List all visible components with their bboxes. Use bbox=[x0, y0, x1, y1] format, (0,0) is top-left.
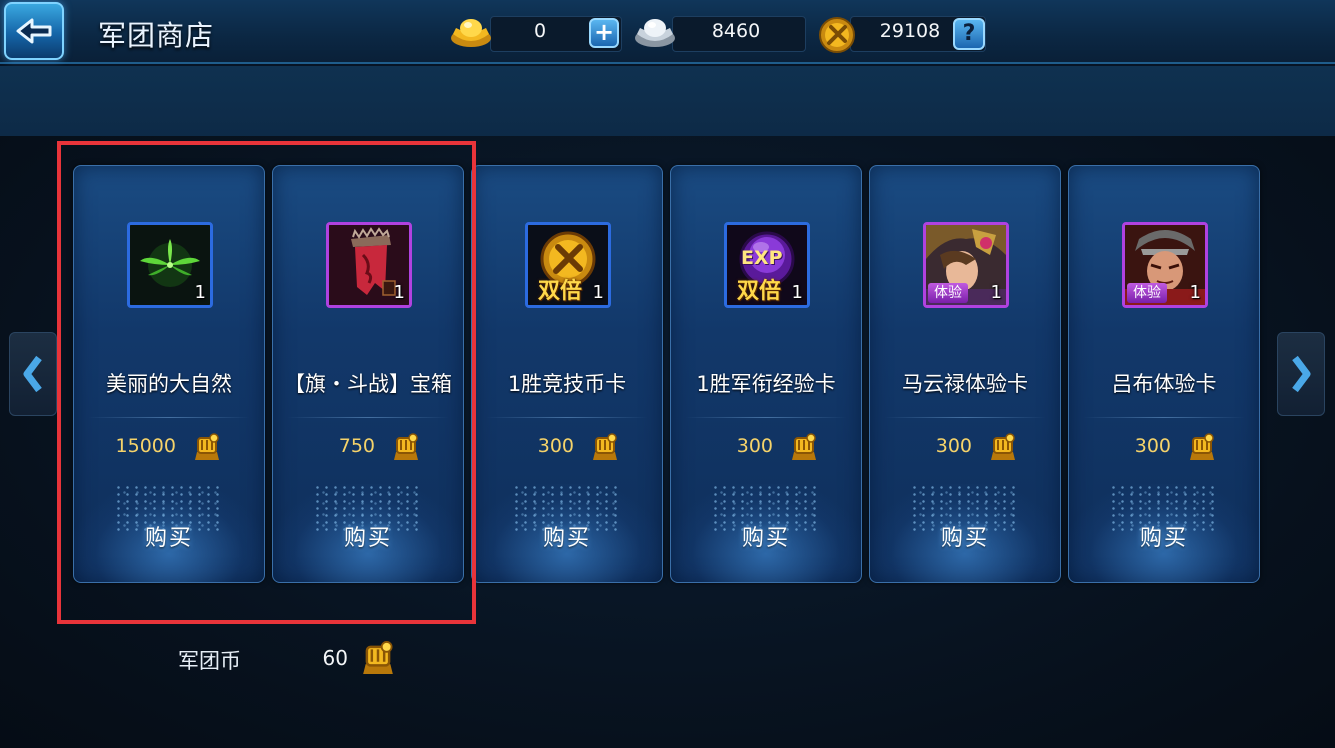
item-price: 300 bbox=[736, 435, 773, 457]
shop-item-card: EXP 双倍 1 1胜军衔经验卡 300 购买 bbox=[670, 165, 862, 583]
medal-coin-icon bbox=[819, 17, 855, 53]
divider bbox=[287, 417, 449, 418]
price-row: 750 bbox=[273, 428, 463, 468]
prev-page-button[interactable] bbox=[9, 332, 57, 416]
legion-coin-icon bbox=[363, 641, 393, 675]
legion-coin-balance: 60 bbox=[322, 646, 348, 670]
header-band bbox=[0, 66, 1335, 136]
shop-item-card: 体验 1 马云禄体验卡 300 购买 bbox=[869, 165, 1061, 583]
silver-ingot-icon bbox=[635, 19, 675, 47]
item-name: 美丽的大自然 bbox=[106, 372, 232, 396]
medal-value: 29108 bbox=[879, 20, 941, 42]
item-slot[interactable]: 1 bbox=[326, 222, 412, 308]
gold-ingot-value: 0 bbox=[533, 20, 547, 42]
legion-coin-label: 军团币 bbox=[178, 649, 241, 673]
buy-label: 购买 bbox=[144, 526, 193, 551]
item-price: 300 bbox=[1134, 435, 1171, 457]
item-name: 【旗・斗战】宝箱 bbox=[284, 372, 452, 396]
item-price: 15000 bbox=[115, 435, 176, 457]
legion-coin-icon bbox=[394, 433, 418, 460]
item-price: 750 bbox=[338, 435, 375, 457]
item-quantity: 1 bbox=[990, 282, 1002, 303]
legion-coin-icon bbox=[1190, 433, 1214, 460]
legion-coin-icon bbox=[792, 433, 816, 460]
back-arrow-icon bbox=[16, 18, 52, 44]
item-badge: 双倍 bbox=[538, 279, 583, 304]
chevron-right-icon bbox=[1292, 355, 1311, 393]
help-button[interactable]: ? bbox=[953, 18, 985, 50]
next-page-button[interactable] bbox=[1277, 332, 1325, 416]
buy-label: 购买 bbox=[741, 526, 790, 551]
item-name: 1胜竞技币卡 bbox=[507, 372, 627, 396]
buy-label: 购买 bbox=[940, 526, 989, 551]
legion-coin-icon bbox=[195, 433, 219, 460]
trial-badge: 体验 bbox=[1127, 283, 1167, 303]
item-price: 300 bbox=[537, 435, 574, 457]
item-quantity: 1 bbox=[194, 282, 206, 303]
gold-ingot-icon bbox=[451, 19, 491, 47]
shop-item-card: 体验 1 吕布体验卡 300 购买 bbox=[1068, 165, 1260, 583]
item-name: 1胜军衔经验卡 bbox=[696, 372, 836, 396]
item-quantity: 1 bbox=[393, 282, 405, 303]
buy-button[interactable]: 购买 bbox=[870, 484, 1060, 582]
divider bbox=[1083, 417, 1245, 418]
item-quantity: 1 bbox=[1189, 282, 1201, 303]
buy-label: 购买 bbox=[343, 526, 392, 551]
price-row: 300 bbox=[1069, 428, 1259, 468]
divider bbox=[884, 417, 1046, 418]
page-title: 军团商店 bbox=[98, 19, 215, 52]
divider bbox=[486, 417, 648, 418]
silver-ingot-value: 8460 bbox=[711, 20, 761, 42]
item-slot[interactable]: 体验 1 bbox=[923, 222, 1009, 308]
item-quantity: 1 bbox=[592, 282, 604, 303]
price-row: 300 bbox=[870, 428, 1060, 468]
item-slot[interactable]: 体验 1 bbox=[1122, 222, 1208, 308]
top-bar: 军团商店 0 + 8460 29108 ? bbox=[0, 0, 1335, 64]
item-badge: 双倍 bbox=[737, 279, 782, 304]
item-quantity: 1 bbox=[791, 282, 803, 303]
buy-label: 购买 bbox=[1139, 526, 1188, 551]
price-row: 15000 bbox=[74, 428, 264, 468]
item-name: 吕布体验卡 bbox=[1111, 372, 1217, 396]
divider bbox=[88, 417, 250, 418]
price-row: 300 bbox=[472, 428, 662, 468]
buy-button[interactable]: 购买 bbox=[273, 484, 463, 582]
item-slot[interactable]: EXP 双倍 1 bbox=[724, 222, 810, 308]
buy-button[interactable]: 购买 bbox=[671, 484, 861, 582]
buy-button[interactable]: 购买 bbox=[74, 484, 264, 582]
back-button[interactable] bbox=[4, 2, 64, 60]
legion-coin-icon bbox=[991, 433, 1015, 460]
item-name: 马云禄体验卡 bbox=[902, 372, 1028, 396]
legion-coin-icon bbox=[593, 433, 617, 460]
chevron-left-icon bbox=[23, 355, 42, 393]
divider bbox=[685, 417, 847, 418]
buy-button[interactable]: 购买 bbox=[472, 484, 662, 582]
shop-item-card: 1 美丽的大自然 15000 购买 bbox=[73, 165, 265, 583]
buy-label: 购买 bbox=[542, 526, 591, 551]
trial-badge: 体验 bbox=[928, 283, 968, 303]
shop-item-card: 1 【旗・斗战】宝箱 750 购买 bbox=[272, 165, 464, 583]
item-slot[interactable]: 双倍 1 bbox=[525, 222, 611, 308]
item-price: 300 bbox=[935, 435, 972, 457]
buy-button[interactable]: 购买 bbox=[1069, 484, 1259, 582]
item-slot[interactable]: 1 bbox=[127, 222, 213, 308]
add-gold-button[interactable]: + bbox=[589, 18, 619, 48]
price-row: 300 bbox=[671, 428, 861, 468]
shop-item-card: 双倍 1 1胜竞技币卡 300 购买 bbox=[471, 165, 663, 583]
item-badge-top: EXP bbox=[741, 247, 783, 269]
